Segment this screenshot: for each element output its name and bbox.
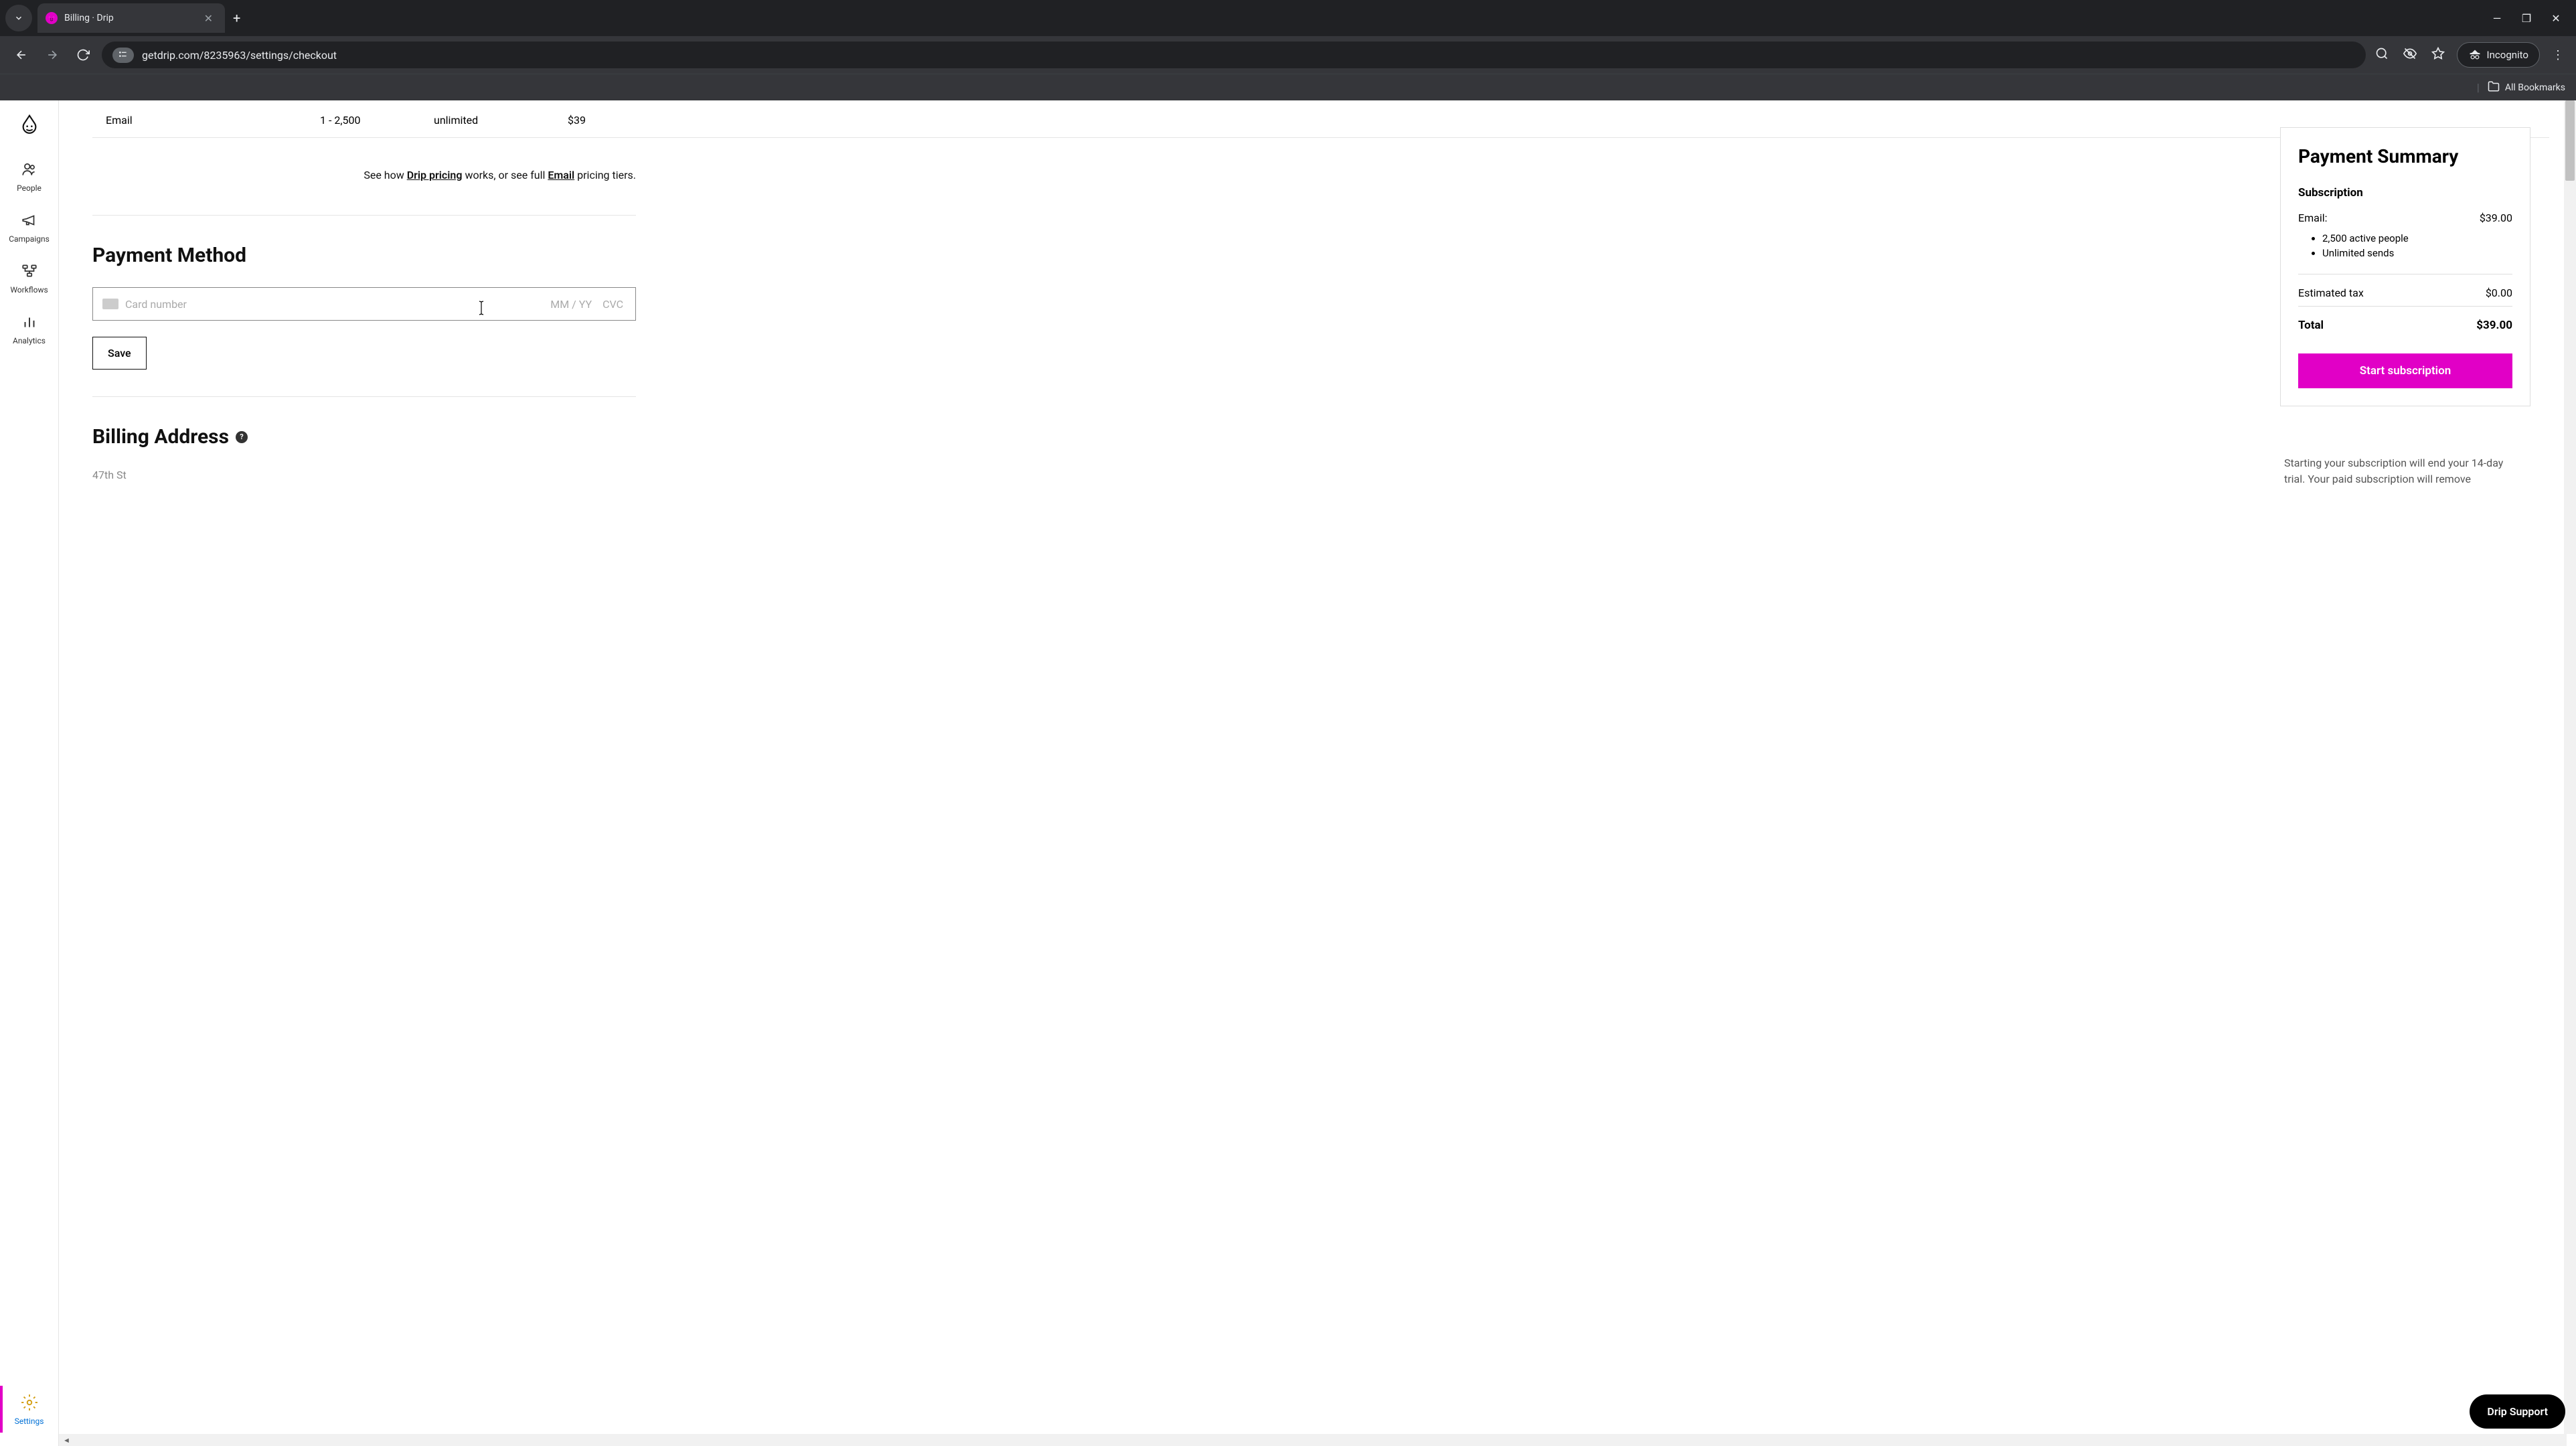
vertical-scrollbar[interactable] <box>2564 100 2576 1434</box>
section-divider <box>92 215 636 216</box>
pricing-note: See how Drip pricing works, or see full … <box>92 138 636 215</box>
drip-favicon-icon <box>46 12 58 24</box>
sidebar-item-people[interactable]: People <box>0 153 58 199</box>
new-tab-button[interactable]: + <box>225 10 248 26</box>
people-icon <box>19 159 39 179</box>
card-input-wrapper[interactable]: MM / YY CVC <box>92 287 636 321</box>
section-divider <box>92 396 636 397</box>
sidebar-label: Workflows <box>10 285 48 295</box>
save-button[interactable]: Save <box>92 337 147 370</box>
tab-close-icon[interactable]: ✕ <box>200 11 217 26</box>
summary-feature: Unlimited sends <box>2322 247 2512 259</box>
app-container: People Campaigns Workflows Analytics Se <box>0 100 2576 1446</box>
scrollbar-thumb[interactable] <box>2565 100 2575 181</box>
browser-chrome: Billing · Drip ✕ + — ❐ ✕ getdrip.com/823… <box>0 0 2576 100</box>
subscription-label: Subscription <box>2298 186 2512 199</box>
summary-feature: 2,500 active people <box>2322 232 2512 244</box>
sidebar-item-settings[interactable]: Settings <box>0 1386 58 1433</box>
incognito-badge[interactable]: Incognito <box>2457 42 2540 68</box>
payment-summary-panel: Payment Summary Subscription Email: $39.… <box>2280 127 2530 406</box>
text-cursor-icon <box>478 300 485 320</box>
summary-features: 2,500 active people Unlimited sends <box>2298 232 2512 259</box>
browser-tab[interactable]: Billing · Drip ✕ <box>37 3 225 33</box>
url-text: getdrip.com/8235963/settings/checkout <box>142 49 337 62</box>
billing-address-title: Billing Address ? <box>92 425 2549 449</box>
summary-total-label: Total <box>2298 319 2324 332</box>
start-subscription-button[interactable]: Start subscription <box>2298 353 2512 388</box>
sidebar: People Campaigns Workflows Analytics Se <box>0 100 59 1446</box>
drip-logo-icon[interactable] <box>17 112 42 137</box>
plan-price: $39 <box>568 114 586 127</box>
scroll-left-icon[interactable]: ◄ <box>59 1436 74 1445</box>
tab-title: Billing · Drip <box>64 13 193 23</box>
main-content: Email 1 - 2,500 unlimited $39 See how Dr… <box>59 100 2576 1446</box>
bookmarks-bar: | All Bookmarks <box>0 74 2576 100</box>
card-cvc-placeholder[interactable]: CVC <box>602 298 623 311</box>
tab-bar: Billing · Drip ✕ + — ❐ ✕ <box>0 0 2576 36</box>
drip-support-button[interactable]: Drip Support <box>2470 1394 2565 1429</box>
minimize-icon[interactable]: — <box>2490 12 2504 25</box>
summary-tax-label: Estimated tax <box>2298 287 2364 299</box>
incognito-label: Incognito <box>2487 49 2528 61</box>
sidebar-item-workflows[interactable]: Workflows <box>0 254 58 301</box>
payment-method-title: Payment Method <box>92 244 2549 267</box>
summary-tax-amount: $0.00 <box>2486 287 2512 299</box>
sidebar-label: Analytics <box>13 336 46 345</box>
tab-search-dropdown[interactable] <box>5 5 32 31</box>
gear-icon <box>19 1392 39 1413</box>
summary-title: Payment Summary <box>2298 145 2512 167</box>
megaphone-icon <box>19 210 39 230</box>
summary-total-amount: $39.00 <box>2476 319 2512 332</box>
analytics-icon <box>19 312 39 332</box>
sidebar-label: Campaigns <box>9 234 50 244</box>
all-bookmarks-label: All Bookmarks <box>2505 82 2565 93</box>
sidebar-item-analytics[interactable]: Analytics <box>0 305 58 352</box>
summary-divider <box>2298 306 2512 307</box>
sidebar-label: People <box>17 183 42 193</box>
plan-range: 1 - 2,500 <box>320 114 434 127</box>
window-controls: — ❐ ✕ <box>2490 12 2571 25</box>
card-icon <box>102 299 118 309</box>
summary-row-email: Email: $39.00 <box>2298 212 2512 224</box>
maximize-icon[interactable]: ❐ <box>2520 12 2533 25</box>
summary-email-price: $39.00 <box>2480 212 2512 224</box>
sidebar-label: Settings <box>15 1417 44 1426</box>
email-pricing-link[interactable]: Email <box>548 169 574 181</box>
zoom-icon[interactable] <box>2372 47 2391 64</box>
forward-button[interactable] <box>40 43 64 67</box>
bookmarks-divider: | <box>2477 81 2480 94</box>
summary-row-tax: Estimated tax $0.00 <box>2298 287 2512 299</box>
card-expiry-placeholder[interactable]: MM / YY <box>550 298 592 311</box>
help-icon[interactable]: ? <box>236 431 248 443</box>
eye-off-icon[interactable] <box>2401 47 2419 64</box>
billing-address-line1: 47th St <box>92 469 2549 481</box>
all-bookmarks-button[interactable]: All Bookmarks <box>2488 80 2565 95</box>
folder-icon <box>2488 80 2500 95</box>
workflow-icon <box>19 261 39 281</box>
reload-button[interactable] <box>71 43 95 67</box>
plan-name: Email <box>106 114 320 127</box>
star-icon[interactable] <box>2429 47 2447 64</box>
plan-table-row: Email 1 - 2,500 unlimited $39 <box>92 108 2549 138</box>
site-info-icon[interactable] <box>112 48 134 63</box>
drip-pricing-link[interactable]: Drip pricing <box>407 169 463 181</box>
back-button[interactable] <box>9 43 33 67</box>
trial-note: Starting your subscription will end your… <box>2280 455 2530 487</box>
summary-row-total: Total $39.00 <box>2298 319 2512 332</box>
address-bar-row: getdrip.com/8235963/settings/checkout In… <box>0 36 2576 74</box>
horizontal-scrollbar[interactable]: ◄ <box>59 1434 2567 1446</box>
address-bar[interactable]: getdrip.com/8235963/settings/checkout <box>102 42 2366 68</box>
sidebar-item-campaigns[interactable]: Campaigns <box>0 204 58 250</box>
close-window-icon[interactable]: ✕ <box>2549 12 2563 25</box>
toolbar-right: Incognito ⋮ <box>2372 42 2567 68</box>
browser-menu-icon[interactable]: ⋮ <box>2549 48 2567 62</box>
summary-email-label: Email: <box>2298 212 2327 224</box>
plan-sends: unlimited <box>434 114 568 127</box>
